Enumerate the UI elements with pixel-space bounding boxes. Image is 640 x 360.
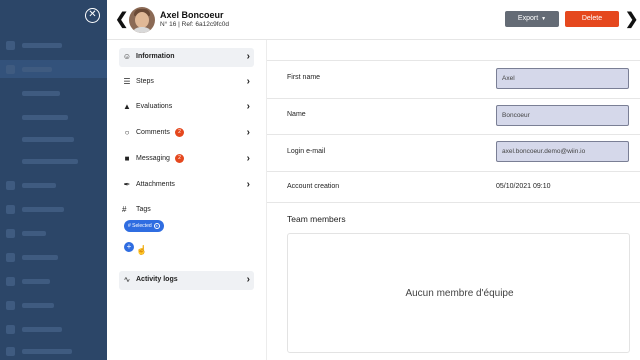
chevron-right-icon: › bbox=[246, 153, 250, 164]
hash-icon: # bbox=[122, 205, 127, 214]
panel-header: ❮ Axel Boncoeur N° 16 | Ref: 6a12c9fc0d … bbox=[107, 0, 640, 40]
menu-item-information[interactable]: ☺ Information › bbox=[119, 48, 254, 67]
background-nav-row bbox=[0, 108, 107, 126]
chat-bubbles-icon: ○ bbox=[124, 128, 130, 137]
menu-item-label: Information bbox=[136, 53, 175, 60]
paperclip-icon: ✒ bbox=[123, 180, 131, 189]
background-nav-row bbox=[0, 152, 107, 170]
background-nav-row bbox=[0, 224, 107, 242]
chevron-right-icon: › bbox=[246, 76, 250, 87]
menu-item-steps[interactable]: ☰ Steps › bbox=[119, 73, 254, 92]
menu-item-label: Activity logs bbox=[136, 276, 178, 283]
background-app-overlay: ✕ bbox=[0, 0, 107, 360]
team-members-title: Team members bbox=[287, 214, 346, 224]
previous-arrow-icon[interactable]: ❮ bbox=[115, 9, 128, 29]
add-tag-button[interactable]: + bbox=[124, 242, 134, 252]
caret-down-icon: ▼ bbox=[541, 16, 547, 22]
candidate-name: Axel Boncoeur bbox=[160, 10, 224, 20]
chevron-right-icon: › bbox=[246, 127, 250, 138]
divider bbox=[267, 60, 640, 61]
background-nav-row bbox=[0, 248, 107, 266]
menu-item-comments[interactable]: ○ Comments 2 › bbox=[119, 124, 254, 143]
menu-item-label: Evaluations bbox=[136, 103, 173, 110]
team-members-box: Aucun membre d'équipe bbox=[287, 233, 630, 353]
divider bbox=[267, 98, 640, 99]
next-arrow-icon[interactable]: ❯ bbox=[625, 9, 638, 29]
background-nav-row bbox=[0, 272, 107, 290]
section-menu: ☺ Information › ☰ Steps › ▲ Evaluations … bbox=[107, 40, 267, 360]
shapes-icon: ▲ bbox=[123, 102, 131, 111]
divider bbox=[267, 134, 640, 135]
menu-item-label: Messaging bbox=[136, 155, 170, 162]
background-nav-row bbox=[0, 342, 107, 360]
background-nav-row bbox=[0, 296, 107, 314]
menu-item-messaging[interactable]: ■ Messaging 2 › bbox=[119, 150, 254, 169]
close-icon[interactable]: ✕ bbox=[85, 8, 100, 23]
first-name-field[interactable]: Axel bbox=[496, 68, 629, 89]
layers-icon: ☰ bbox=[123, 77, 131, 86]
export-button[interactable]: Export ▼ bbox=[505, 11, 559, 27]
login-email-label: Login e-mail bbox=[287, 148, 326, 155]
chevron-right-icon: › bbox=[246, 274, 250, 285]
activity-icon: ∿ bbox=[123, 275, 131, 284]
divider bbox=[267, 171, 640, 172]
divider bbox=[267, 202, 640, 203]
tag-chip-label: # Selected bbox=[128, 223, 152, 229]
account-creation-label: Account creation bbox=[287, 183, 340, 190]
background-nav-row bbox=[0, 200, 107, 218]
chevron-right-icon: › bbox=[246, 101, 250, 112]
background-nav-row bbox=[0, 176, 107, 194]
menu-item-attachments[interactable]: ✒ Attachments › bbox=[119, 176, 254, 195]
login-email-field[interactable]: axel.boncoeur.demo@wiin.io bbox=[496, 141, 629, 162]
tags-label: Tags bbox=[136, 206, 151, 213]
menu-item-label: Steps bbox=[136, 78, 154, 85]
chevron-right-icon: › bbox=[246, 179, 250, 190]
background-nav-row bbox=[0, 320, 107, 338]
delete-button[interactable]: Delete bbox=[565, 11, 619, 27]
background-nav-row bbox=[0, 130, 107, 148]
user-icon: ☺ bbox=[122, 52, 132, 61]
remove-tag-icon[interactable]: x bbox=[153, 222, 160, 229]
avatar bbox=[129, 7, 155, 33]
comments-count-badge: 2 bbox=[175, 128, 184, 137]
background-nav-row bbox=[0, 60, 107, 78]
menu-item-evaluations[interactable]: ▲ Evaluations › bbox=[119, 98, 254, 117]
menu-item-label: Attachments bbox=[136, 181, 175, 188]
name-field[interactable]: Boncoeur bbox=[496, 105, 629, 126]
pointer-cursor-icon: ☝ bbox=[136, 245, 148, 255]
tag-chip-selected[interactable]: # Selected x bbox=[124, 220, 164, 232]
chevron-right-icon: › bbox=[246, 51, 250, 62]
background-nav-row bbox=[0, 36, 107, 54]
first-name-label: First name bbox=[287, 74, 321, 81]
background-nav-row bbox=[0, 84, 107, 102]
menu-item-activity-logs[interactable]: ∿ Activity logs › bbox=[119, 271, 254, 290]
account-creation-value: 05/10/2021 09:10 bbox=[496, 183, 551, 190]
messaging-count-badge: 2 bbox=[175, 154, 184, 163]
information-section: First name Axel Name Boncoeur Login e-ma… bbox=[267, 40, 640, 360]
message-icon: ■ bbox=[124, 154, 130, 163]
candidate-reference: N° 16 | Ref: 6a12c9fc0d bbox=[160, 21, 229, 28]
name-label: Name bbox=[287, 111, 306, 118]
menu-item-label: Comments bbox=[136, 129, 170, 136]
empty-state-text: Aucun membre d'équipe bbox=[405, 288, 514, 299]
candidate-detail-panel: ❮ Axel Boncoeur N° 16 | Ref: 6a12c9fc0d … bbox=[107, 0, 640, 360]
export-label: Export bbox=[517, 15, 539, 22]
